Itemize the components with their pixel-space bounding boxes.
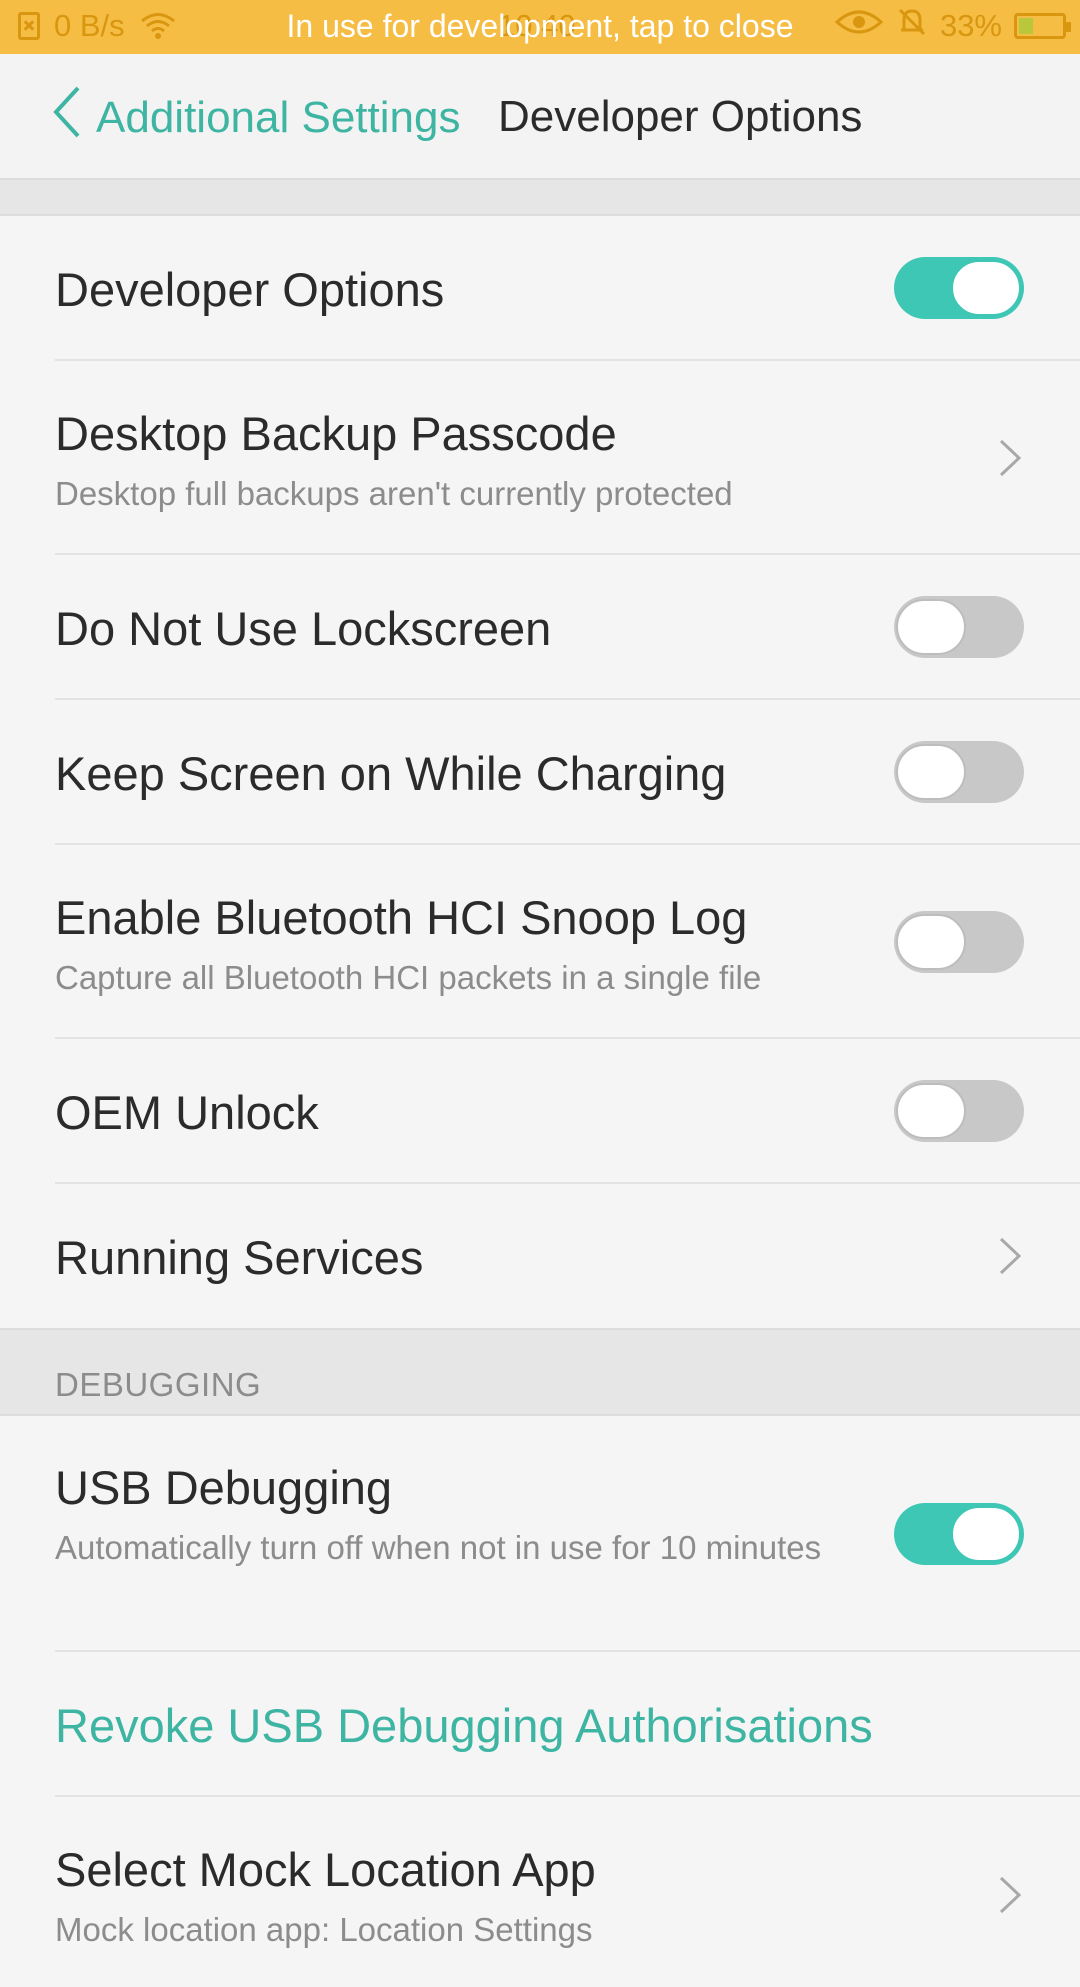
row-subtitle: Automatically turn off when not in use f… <box>55 1529 822 1566</box>
chevron-right-icon <box>999 1237 1022 1275</box>
toggle-knob <box>951 260 1021 316</box>
keep-screen-on-toggle[interactable] <box>894 741 1024 803</box>
back-button[interactable]: Additional Settings <box>50 84 460 151</box>
row-title: Desktop Backup Passcode <box>55 407 617 460</box>
toggle-knob <box>896 599 966 655</box>
top-spacer <box>0 180 1080 216</box>
bluetooth-snoop-toggle[interactable] <box>894 911 1024 973</box>
row-title: Do Not Use Lockscreen <box>55 602 552 655</box>
bell-muted-icon <box>896 6 928 46</box>
row-revoke-usb-authorisations[interactable]: Revoke USB Debugging Authorisations <box>0 1652 1080 1797</box>
usb-debugging-toggle[interactable] <box>894 1503 1024 1565</box>
status-right: 33% <box>834 6 1071 46</box>
row-title: Developer Options <box>55 263 445 316</box>
back-label: Additional Settings <box>96 92 461 142</box>
developer-options-toggle[interactable] <box>894 257 1024 319</box>
revoke-authorisations-link[interactable]: Revoke USB Debugging Authorisations <box>55 1698 873 1753</box>
row-subtitle: Mock location app: Location Settings <box>55 1911 593 1948</box>
lockscreen-toggle[interactable] <box>894 596 1024 658</box>
row-do-not-use-lockscreen[interactable]: Do Not Use Lockscreen <box>0 555 1080 700</box>
row-title: USB Debugging <box>55 1461 393 1514</box>
toggle-knob <box>951 1506 1021 1562</box>
row-title: OEM Unlock <box>55 1086 319 1139</box>
chevron-right-icon <box>999 439 1022 477</box>
app-header: Additional Settings Developer Options <box>0 54 1080 180</box>
row-oem-unlock[interactable]: OEM Unlock <box>0 1039 1080 1184</box>
eye-icon <box>834 7 884 45</box>
status-bar[interactable]: 0 B/s 10:40 In use for development, tap … <box>0 0 1080 54</box>
row-select-mock-location-app[interactable]: Select Mock Location App Mock location a… <box>0 1797 1080 1987</box>
row-title: Keep Screen on While Charging <box>55 747 727 800</box>
chevron-right-icon <box>999 1876 1022 1914</box>
section-header-debugging: DEBUGGING <box>0 1328 1080 1416</box>
row-subtitle: Desktop full backups aren't currently pr… <box>55 475 733 512</box>
row-keep-screen-on[interactable]: Keep Screen on While Charging <box>0 700 1080 845</box>
section-label: DEBUGGING <box>55 1366 262 1403</box>
battery-percent: 33% <box>939 8 1002 43</box>
row-title: Enable Bluetooth HCI Snoop Log <box>55 891 748 944</box>
row-usb-debugging[interactable]: USB Debugging Automatically turn off whe… <box>0 1416 1080 1652</box>
row-desktop-backup-passcode[interactable]: Desktop Backup Passcode Desktop full bac… <box>0 361 1080 555</box>
chevron-left-icon <box>50 84 82 151</box>
toggle-knob <box>896 914 966 970</box>
toggle-knob <box>896 744 966 800</box>
row-developer-options[interactable]: Developer Options <box>0 216 1080 361</box>
row-running-services[interactable]: Running Services <box>0 1184 1080 1328</box>
battery-icon <box>1014 13 1071 39</box>
page-title: Developer Options <box>498 92 863 141</box>
row-bluetooth-hci-snoop-log[interactable]: Enable Bluetooth HCI Snoop Log Capture a… <box>0 845 1080 1039</box>
row-title: Select Mock Location App <box>55 1843 596 1896</box>
oem-unlock-toggle[interactable] <box>894 1080 1024 1142</box>
row-title: Running Services <box>55 1231 424 1284</box>
toggle-knob <box>896 1083 966 1139</box>
row-subtitle: Capture all Bluetooth HCI packets in a s… <box>55 959 762 996</box>
